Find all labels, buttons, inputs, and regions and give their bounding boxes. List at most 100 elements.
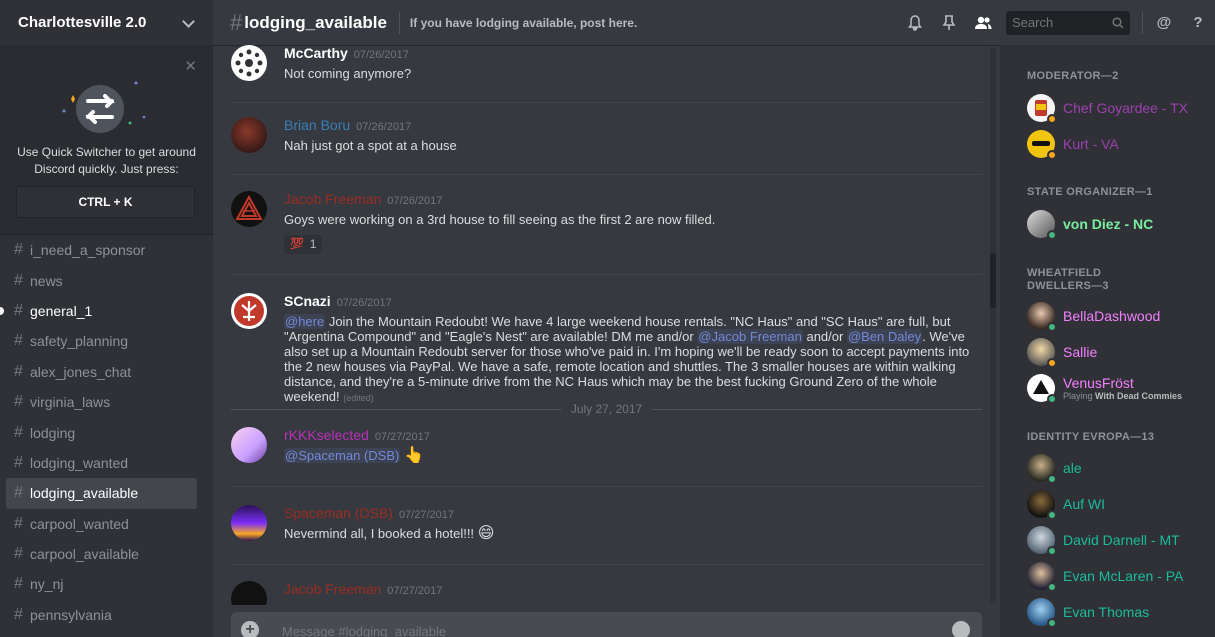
shortcut-key: CTRL + K — [16, 186, 195, 218]
message-body: @Spaceman (DSB) 👆 — [284, 448, 979, 464]
chevron-down-icon[interactable] — [181, 16, 195, 30]
message-text: Not coming anymore? — [284, 66, 412, 81]
channel-item-safety_planning[interactable]: # safety_planning — [0, 326, 213, 356]
hash-icon: # — [14, 393, 23, 411]
role-header: IDENTITY EVROPA—13 — [1027, 431, 1155, 443]
pin-icon[interactable] — [932, 0, 966, 45]
server-header[interactable]: Charlottesville 2.0 — [0, 0, 213, 45]
hash-icon: # — [14, 362, 23, 380]
divider — [652, 408, 983, 410]
help-icon[interactable]: ? — [1181, 0, 1215, 45]
timestamp: 07/27/2017 — [387, 585, 443, 597]
avatar[interactable] — [231, 45, 267, 81]
channel-item-lodging_wanted[interactable]: # lodging_wanted — [0, 448, 213, 478]
avatar[interactable] — [231, 293, 267, 329]
message-header: Jacob Freeman 07/26/2017 — [284, 191, 442, 207]
composer-placeholder: Message #lodging_available — [282, 624, 447, 637]
close-icon[interactable]: ✕ — [184, 57, 197, 75]
member-name: Sallie — [1063, 344, 1098, 360]
channel-sidebar: Charlottesville 2.0 ✕ Use Quick Switcher… — [0, 0, 213, 637]
channel-item-pennsylvania[interactable]: # pennsylvania — [0, 600, 213, 630]
member-item[interactable]: BellaDashwood — [1027, 301, 1160, 332]
channel-item-lodging_available[interactable]: # lodging_available — [6, 478, 197, 509]
member-item[interactable]: von Diez - NC — [1027, 209, 1153, 240]
message-composer[interactable]: + Message #lodging_available — [231, 612, 982, 637]
member-name: Evan Thomas — [1063, 604, 1150, 620]
username[interactable]: Jacob Freeman — [284, 581, 381, 597]
channel-item-virginia_laws[interactable]: # virginia_laws — [0, 387, 213, 417]
avatar — [1027, 490, 1057, 520]
username[interactable]: rKKKselected — [284, 427, 369, 443]
username[interactable]: Jacob Freeman — [284, 191, 381, 207]
scrollbar[interactable] — [988, 45, 998, 605]
member-name: David Darnell - MT — [1063, 532, 1180, 548]
reaction[interactable]: 💯 1 — [284, 235, 323, 254]
channel-item-carpool_available[interactable]: # carpool_available — [0, 539, 213, 569]
mention-user[interactable]: @Ben Daley — [846, 329, 923, 344]
message-body: Nevermind all, I booked a hotel!!! 😄 — [284, 526, 979, 542]
channel-item-news[interactable]: # news — [0, 265, 213, 295]
upload-plus-icon[interactable]: + — [241, 621, 259, 637]
username[interactable]: SCnazi — [284, 293, 331, 309]
channel-label: lodging_available — [30, 485, 139, 502]
member-list-icon[interactable] — [966, 0, 1000, 45]
username[interactable]: Brian Boru — [284, 117, 350, 133]
member-item[interactable]: Chef Goyardee - TX — [1027, 93, 1188, 124]
member-item[interactable]: David Darnell - MT — [1027, 525, 1180, 556]
member-item[interactable]: ale — [1027, 453, 1082, 484]
channel-item-ny_nj[interactable]: # ny_nj — [0, 569, 213, 599]
hash-icon: # — [14, 514, 23, 532]
avatar — [1027, 598, 1057, 628]
server-name: Charlottesville 2.0 — [18, 14, 147, 31]
mention-user[interactable]: @Jacob Freeman — [697, 329, 803, 344]
quick-switcher-icon — [62, 81, 146, 133]
mention-icon[interactable]: @ — [1147, 0, 1181, 45]
member-name: ale — [1063, 460, 1082, 476]
emoji-picker-icon[interactable] — [952, 621, 970, 637]
avatar — [1027, 526, 1057, 556]
channel-item-alex_jones_chat[interactable]: # alex_jones_chat — [0, 357, 213, 387]
member-item[interactable]: Kurt - VA — [1027, 129, 1119, 160]
member-item[interactable]: Evan Thomas — [1027, 597, 1150, 628]
avatar — [1027, 302, 1057, 332]
member-list: MODERATOR—2 Chef Goyardee - TX Kurt - VA… — [1000, 45, 1215, 637]
username[interactable]: McCarthy — [284, 45, 348, 61]
divider — [231, 408, 561, 410]
message-header: SCnazi 07/26/2017 — [284, 293, 392, 309]
bell-icon[interactable] — [898, 0, 932, 45]
avatar[interactable] — [231, 581, 267, 605]
hash-icon: # — [14, 332, 23, 350]
scroll-thumb[interactable] — [990, 253, 996, 308]
avatar[interactable] — [231, 505, 267, 541]
channel-item-carpool_wanted[interactable]: # carpool_wanted — [0, 509, 213, 539]
message-header: rKKKselected 07/27/2017 — [284, 427, 430, 443]
member-item[interactable]: Sallie — [1027, 337, 1098, 368]
channel-item-general_1[interactable]: # general_1 — [0, 296, 213, 326]
hash-icon: # — [14, 301, 23, 319]
channel-label: pennsylvania — [30, 606, 112, 623]
avatar[interactable] — [231, 427, 267, 463]
message-text: Nah just got a spot at a house — [284, 138, 457, 153]
message-list: McCarthy 07/26/2017 Not coming anymore? B… — [213, 45, 998, 605]
search-placeholder: Search — [1012, 15, 1054, 30]
channel-item-lodging[interactable]: # lodging — [0, 417, 213, 447]
avatar[interactable] — [231, 117, 267, 153]
avatar — [1027, 374, 1057, 404]
timestamp: 07/27/2017 — [398, 509, 454, 521]
avatar[interactable] — [231, 191, 267, 227]
member-item[interactable]: VenusFröst Playing With Dead Commies — [1027, 373, 1182, 404]
reaction-emoji-icon: 💯 — [290, 238, 304, 250]
message-divider — [231, 102, 982, 103]
channel-item-i_need_a_sponsor[interactable]: # i_need_a_sponsor — [0, 235, 213, 265]
activity-prefix: Playing — [1063, 391, 1093, 401]
member-item[interactable]: Evan McLaren - PA — [1027, 561, 1183, 592]
search-input[interactable]: Search — [1006, 10, 1130, 35]
mention-here[interactable]: @here — [284, 314, 326, 329]
message-text: and/or — [802, 329, 847, 344]
username[interactable]: Spaceman (DSB) — [284, 505, 393, 521]
channel-label: ny_nj — [30, 576, 64, 593]
mention-user[interactable]: @Spaceman (DSB) — [284, 448, 401, 463]
status-online-icon — [1047, 546, 1057, 556]
channel-label: carpool_available — [30, 546, 139, 563]
member-item[interactable]: Auf WI — [1027, 489, 1105, 520]
